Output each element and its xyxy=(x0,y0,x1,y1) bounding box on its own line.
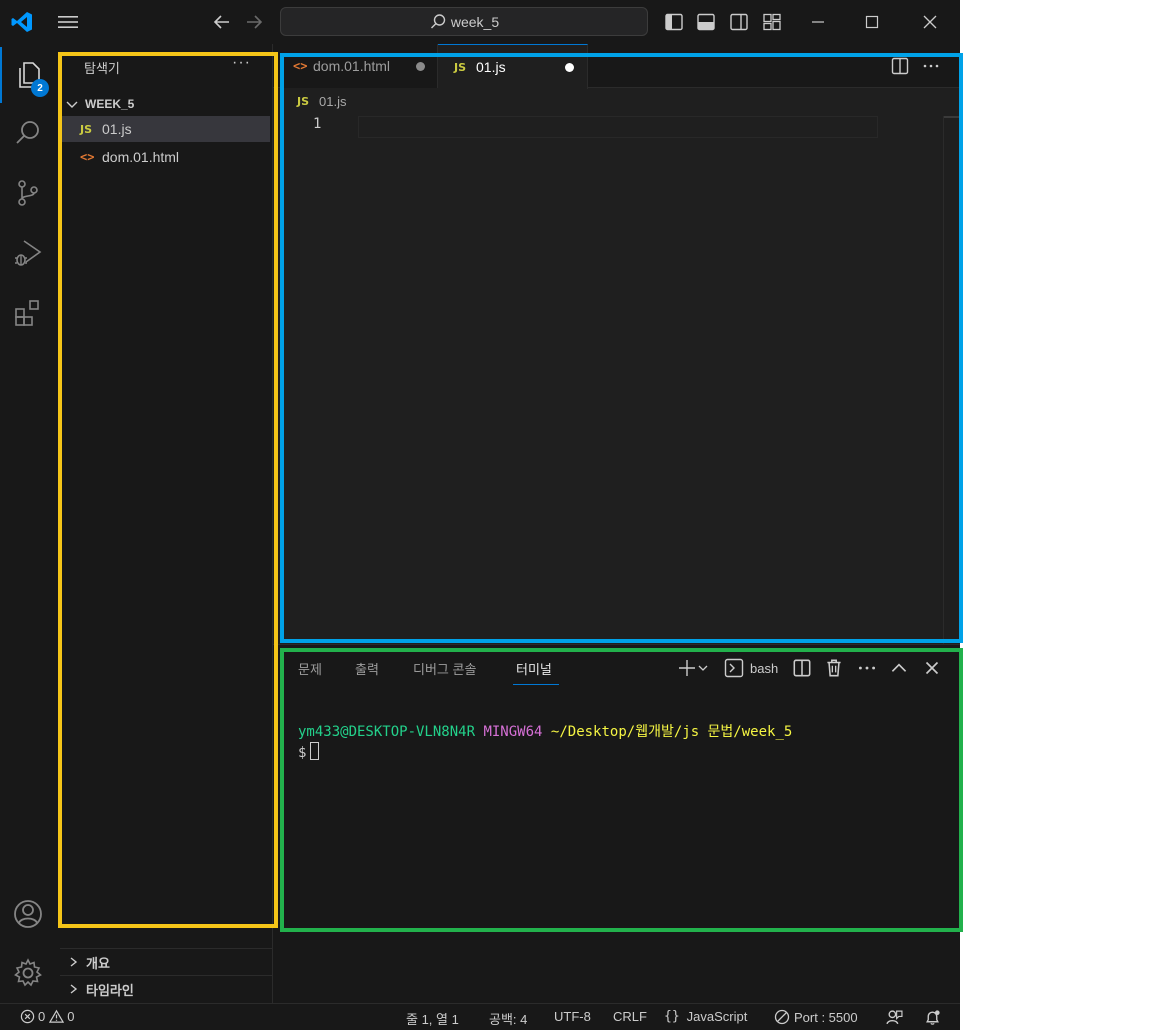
toggle-secondary-sidebar-icon[interactable] xyxy=(729,12,749,32)
language-label: JavaScript xyxy=(686,1009,748,1024)
error-count: 0 xyxy=(38,1009,46,1024)
blank-background xyxy=(960,0,1152,1030)
source-control-activity[interactable] xyxy=(0,165,56,221)
braces-icon: {} xyxy=(664,1009,680,1024)
live-server-port[interactable]: Port : 5500 xyxy=(774,1009,858,1025)
problems-status[interactable]: 0 0 xyxy=(20,1009,74,1024)
menu-icon[interactable] xyxy=(56,12,80,32)
account-icon xyxy=(14,900,42,928)
port-label: Port : 5500 xyxy=(794,1009,858,1025)
run-debug-icon xyxy=(15,240,42,266)
forward-arrow-icon[interactable] xyxy=(242,10,266,34)
search-icon xyxy=(430,13,446,28)
manage-activity[interactable] xyxy=(0,945,56,1001)
explorer-activity[interactable]: 2 xyxy=(0,47,56,103)
warning-count: 0 xyxy=(67,1009,75,1024)
extensions-activity[interactable] xyxy=(0,285,56,341)
circle-slash-icon xyxy=(774,1009,790,1025)
error-icon xyxy=(20,1009,35,1024)
annotation-box-explorer xyxy=(58,52,278,928)
toggle-panel-icon[interactable] xyxy=(696,12,716,32)
search-icon xyxy=(16,121,39,144)
language-status[interactable]: {} JavaScript xyxy=(664,1009,747,1024)
title-bar: week_5 xyxy=(0,0,960,44)
warning-icon xyxy=(49,1009,65,1023)
minimize-icon[interactable] xyxy=(806,10,830,34)
back-arrow-icon[interactable] xyxy=(210,10,234,34)
annotation-box-terminal xyxy=(280,648,963,932)
customize-layout-icon[interactable] xyxy=(762,12,782,32)
outline-label: 개요 xyxy=(86,955,110,971)
accounts-activity[interactable] xyxy=(0,886,56,942)
search-activity[interactable] xyxy=(0,105,56,161)
notifications-bell-icon[interactable] xyxy=(924,1009,941,1026)
toggle-primary-sidebar-icon[interactable] xyxy=(664,12,684,32)
encoding-status[interactable]: UTF-8 xyxy=(554,1009,591,1024)
vscode-logo-icon xyxy=(11,12,32,32)
search-text: week_5 xyxy=(450,13,500,30)
cursor-position[interactable]: 줄 1, 열 1 xyxy=(406,1009,459,1028)
activity-bar: 2 xyxy=(0,44,56,1003)
command-center-search[interactable]: week_5 xyxy=(280,7,648,36)
outline-section[interactable]: 개요 xyxy=(60,948,272,975)
run-debug-activity[interactable] xyxy=(0,225,56,281)
gear-icon xyxy=(14,958,42,987)
status-bar: 0 0 줄 1, 열 1 공백: 4 UTF-8 CRLF {} JavaScr… xyxy=(0,1003,960,1030)
timeline-label: 타임라인 xyxy=(86,982,134,998)
annotation-box-editor xyxy=(280,53,963,643)
extensions-icon xyxy=(15,300,39,326)
chevron-right-icon xyxy=(70,984,78,994)
explorer-badge: 2 xyxy=(31,79,49,97)
eol-status[interactable]: CRLF xyxy=(613,1009,647,1024)
indentation-status[interactable]: 공백: 4 xyxy=(489,1009,527,1028)
maximize-icon[interactable] xyxy=(860,10,884,34)
source-control-icon xyxy=(18,180,38,206)
close-icon[interactable] xyxy=(918,10,942,34)
chevron-right-icon xyxy=(70,957,78,967)
timeline-section[interactable]: 타임라인 xyxy=(60,975,272,1002)
feedback-icon[interactable] xyxy=(886,1009,903,1026)
